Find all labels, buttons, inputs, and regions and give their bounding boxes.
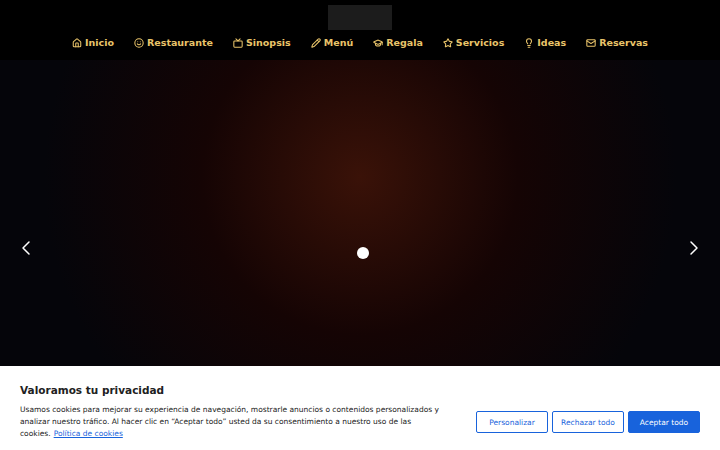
main-nav: Inicio Restaurante Sinopsis Menú Regala Servi… <box>72 37 648 48</box>
nav-item[interactable]: Menú <box>311 37 353 48</box>
screen-icon <box>233 38 243 48</box>
cookie-button[interactable]: Rechazar todo <box>552 411 624 433</box>
cookie-banner: Valoramos tu privacidad Usamos cookies pa… <box>0 366 720 450</box>
cookie-button[interactable]: Personalizar <box>476 411 548 433</box>
nav-item[interactable]: Sinopsis <box>233 37 291 48</box>
cookie-buttons: PersonalizarRechazar todoAceptar todo <box>476 411 700 433</box>
cookie-policy-link[interactable]: Política de cookies <box>54 429 123 438</box>
cookie-title: Valoramos tu privacidad <box>20 384 700 396</box>
mail-icon <box>586 38 596 48</box>
chevron-right-icon <box>682 236 706 260</box>
cookie-button[interactable]: Aceptar todo <box>628 411 700 433</box>
lightbulb-icon <box>524 38 534 48</box>
nav-item[interactable]: Ideas <box>524 37 566 48</box>
page: Inicio Restaurante Sinopsis Menú Regala Servi… <box>0 0 720 450</box>
next-arrow[interactable] <box>682 236 706 260</box>
pencil-icon <box>311 38 321 48</box>
header: Inicio Restaurante Sinopsis Menú Regala Servi… <box>0 0 720 60</box>
nav-item[interactable]: Inicio <box>72 37 114 48</box>
star-icon <box>443 38 453 48</box>
graduation-cap-icon <box>373 38 383 48</box>
home-icon <box>72 38 82 48</box>
prev-arrow[interactable] <box>14 236 38 260</box>
slider-dot[interactable] <box>357 247 369 259</box>
cookie-row: Usamos cookies para mejorar su experienc… <box>20 404 700 440</box>
nav-item[interactable]: Regala <box>373 37 423 48</box>
nav-item[interactable]: Servicios <box>443 37 505 48</box>
cookie-text: Usamos cookies para mejorar su experienc… <box>20 404 464 440</box>
chevron-left-icon <box>14 236 38 260</box>
slider-dots <box>0 247 720 259</box>
nav-item[interactable]: Reservas <box>586 37 648 48</box>
smile-icon <box>134 38 144 48</box>
nav-item[interactable]: Restaurante <box>134 37 213 48</box>
logo[interactable] <box>328 5 392 30</box>
